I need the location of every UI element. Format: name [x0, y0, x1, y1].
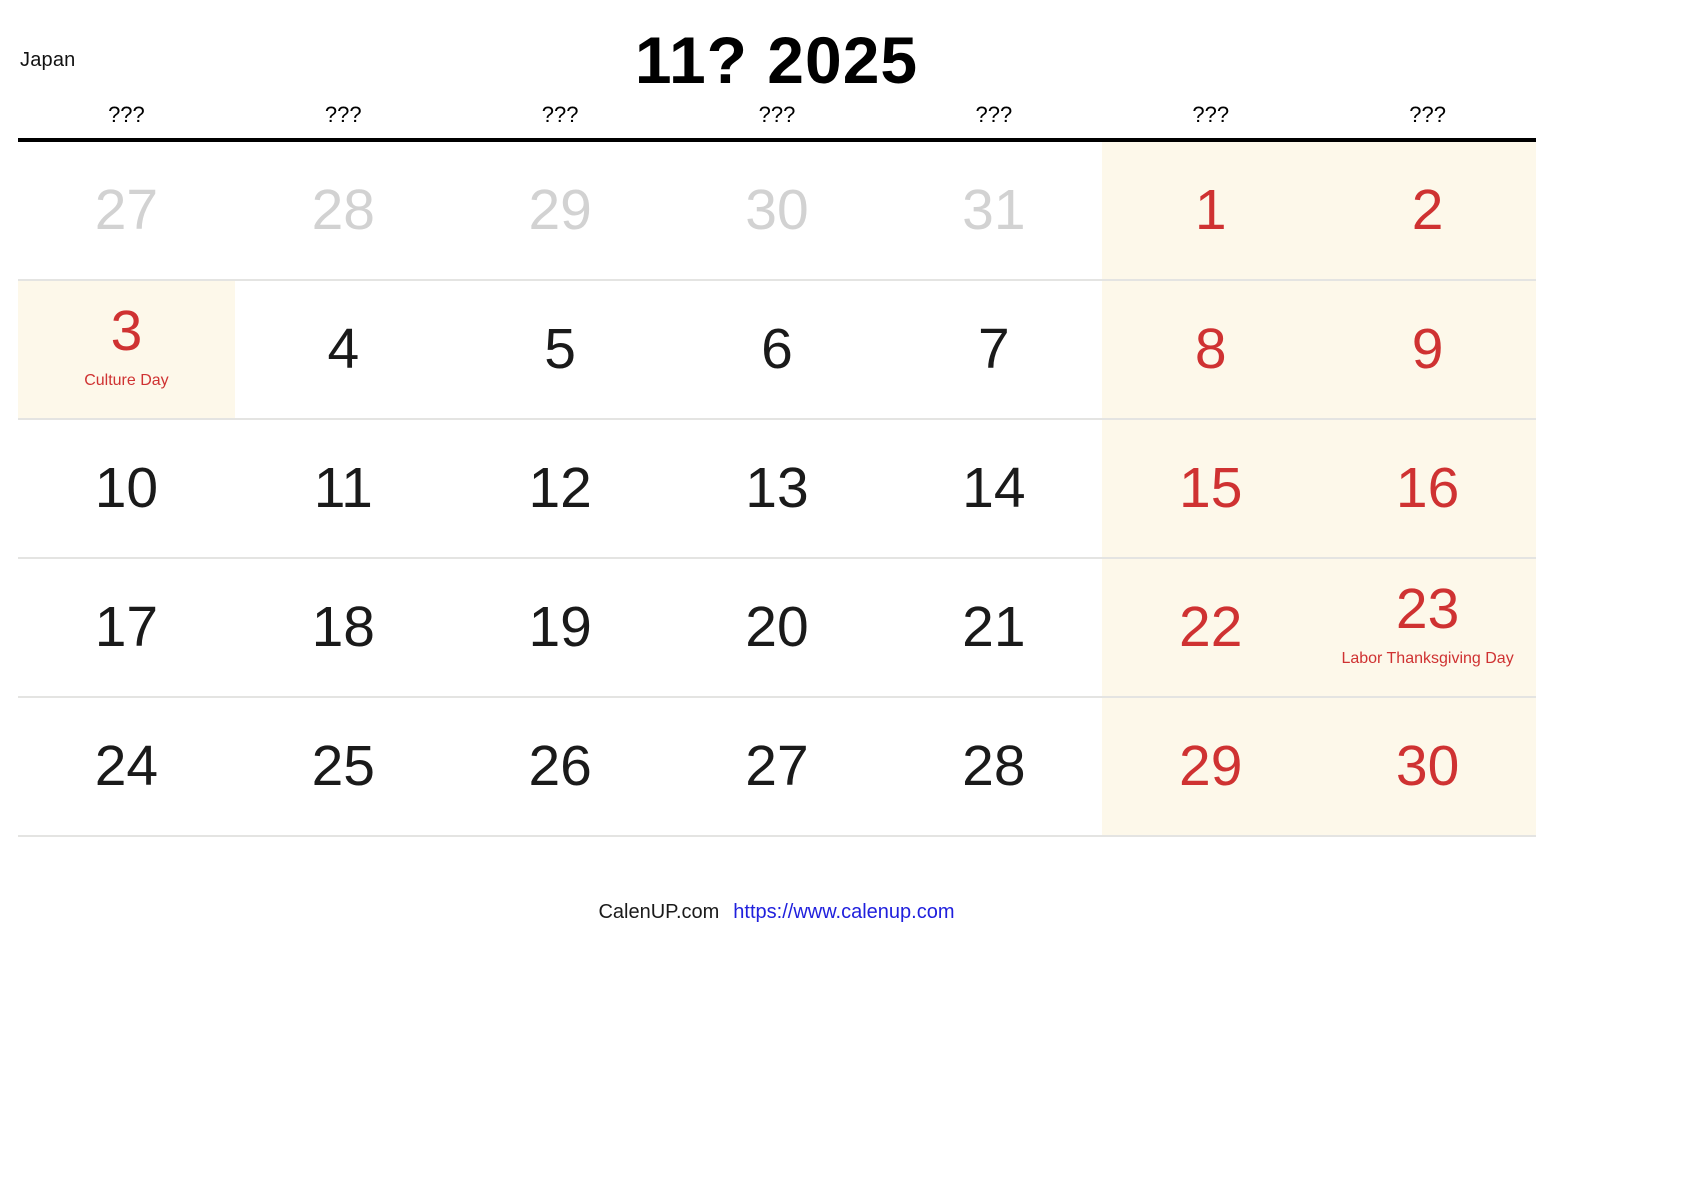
week-row: 3 Culture Day 4 5 6 7 8 9	[18, 281, 1537, 420]
day-number: 17	[94, 595, 159, 659]
day-number: 29	[528, 178, 592, 242]
calendar-weeks: 27 28 29 30 31 1 2 3 Culture Day 4 5 6 7 8 9 10 11 12 13 14…	[18, 142, 1537, 837]
weekday-header-0: ???	[108, 102, 145, 127]
day-number: 22	[1179, 595, 1243, 659]
day-number: 30	[1395, 734, 1460, 798]
day-cell[interactable]: 16	[1319, 420, 1537, 557]
footer: CalenUP.com https://www.calenup.com	[0, 900, 1553, 924]
day-number: 13	[745, 456, 809, 520]
day-number: 12	[528, 456, 592, 520]
day-cell[interactable]: 1	[1102, 142, 1320, 279]
day-cell[interactable]: 23 Labor Thanksgiving Day	[1319, 559, 1537, 696]
day-cell[interactable]: 15	[1102, 420, 1320, 557]
day-cell[interactable]: 9	[1319, 281, 1537, 418]
day-number: 25	[311, 734, 375, 798]
weekday-header-5: ???	[1192, 102, 1230, 127]
weekday-header-3: ???	[758, 102, 796, 127]
day-number: 20	[745, 595, 809, 659]
day-cell[interactable]: 12	[452, 420, 669, 557]
day-number: 8	[1194, 317, 1227, 381]
page-title: 11? 2025	[634, 23, 919, 97]
week-row: 27 28 29 30 31 1 2	[18, 142, 1537, 281]
day-cell[interactable]: 20	[669, 559, 886, 696]
weekday-header-4: ???	[975, 102, 1013, 127]
day-cell[interactable]: 28	[885, 698, 1102, 835]
day-cell[interactable]: 2	[1319, 142, 1537, 279]
day-cell[interactable]: 8	[1102, 281, 1320, 418]
day-cell[interactable]: 17	[18, 559, 235, 696]
day-number: 19	[528, 595, 592, 659]
day-number: 26	[528, 734, 592, 798]
weekday-header-1: ???	[324, 102, 362, 127]
day-number: 31	[962, 178, 1026, 242]
day-cell[interactable]: 30	[669, 142, 886, 279]
day-cell[interactable]: 13	[669, 420, 886, 557]
day-cell[interactable]: 19	[452, 559, 669, 696]
day-cell[interactable]: 27	[18, 142, 235, 279]
day-number: 24	[94, 734, 159, 798]
footer-url-link[interactable]: https://www.calenup.com	[733, 901, 954, 923]
day-number: 23	[1395, 577, 1460, 642]
day-cell[interactable]: 30	[1319, 698, 1537, 835]
day-cell[interactable]: 6	[669, 281, 886, 418]
day-number: 21	[962, 595, 1026, 659]
day-number: 15	[1179, 456, 1243, 520]
day-number: 30	[745, 178, 809, 242]
day-number: 4	[327, 317, 360, 381]
day-cell[interactable]: 18	[235, 559, 452, 696]
day-number: 9	[1411, 317, 1444, 381]
day-number: 14	[962, 456, 1026, 520]
day-cell[interactable]: 28	[235, 142, 452, 279]
day-cell[interactable]: 26	[452, 698, 669, 835]
day-cell[interactable]: 11	[235, 420, 452, 557]
day-number: 16	[1395, 456, 1460, 520]
day-number: 10	[94, 456, 159, 520]
week-row: 17 18 19 20 21 22 23 Labor Thanksgiving Day	[18, 559, 1537, 698]
day-cell[interactable]: 22	[1102, 559, 1320, 696]
holiday-label: Labor Thanksgiving Day	[1341, 650, 1514, 668]
day-number: 27	[94, 178, 159, 242]
day-number: 6	[761, 317, 793, 381]
weekday-header-2: ???	[541, 102, 579, 127]
day-cell[interactable]: 10	[18, 420, 235, 557]
calendar-grid: ????????????????????? 27 28 29 30 31 1 2 3 Cultu…	[18, 104, 1537, 837]
holiday-label: Culture Day	[84, 372, 169, 390]
calendar-page: Japan 11? 2025 ????????????????????? 27 2…	[0, 0, 1684, 1191]
day-number: 1	[1194, 178, 1227, 242]
day-cell[interactable]: 21	[885, 559, 1102, 696]
day-cell[interactable]: 31	[885, 142, 1102, 279]
day-number: 28	[962, 734, 1026, 798]
day-cell[interactable]: 5	[452, 281, 669, 418]
day-cell[interactable]: 14	[885, 420, 1102, 557]
day-number: 3	[110, 299, 143, 364]
week-row: 24 25 26 27 28 29 30	[18, 698, 1537, 837]
weekday-header-6: ???	[1409, 102, 1446, 127]
footer-brand: CalenUP.com	[598, 901, 720, 923]
day-number: 27	[745, 734, 809, 798]
day-cell[interactable]: 3 Culture Day	[18, 281, 235, 418]
calendar-header: Japan 11? 2025	[0, 0, 1684, 108]
week-row: 10 11 12 13 14 15 16	[18, 420, 1537, 559]
day-cell[interactable]: 29	[452, 142, 669, 279]
day-cell[interactable]: 24	[18, 698, 235, 835]
day-number: 2	[1411, 178, 1444, 242]
day-number: 11	[313, 456, 373, 520]
day-number: 7	[978, 317, 1010, 381]
day-cell[interactable]: 25	[235, 698, 452, 835]
day-cell[interactable]: 4	[235, 281, 452, 418]
day-cell[interactable]: 29	[1102, 698, 1320, 835]
day-number: 18	[311, 595, 375, 659]
day-number: 28	[311, 178, 375, 242]
day-cell[interactable]: 7	[885, 281, 1102, 418]
weekday-header-row: ?????????????????????	[18, 104, 1536, 138]
day-number: 5	[544, 317, 576, 381]
day-number: 29	[1179, 734, 1243, 798]
day-cell[interactable]: 27	[669, 698, 886, 835]
